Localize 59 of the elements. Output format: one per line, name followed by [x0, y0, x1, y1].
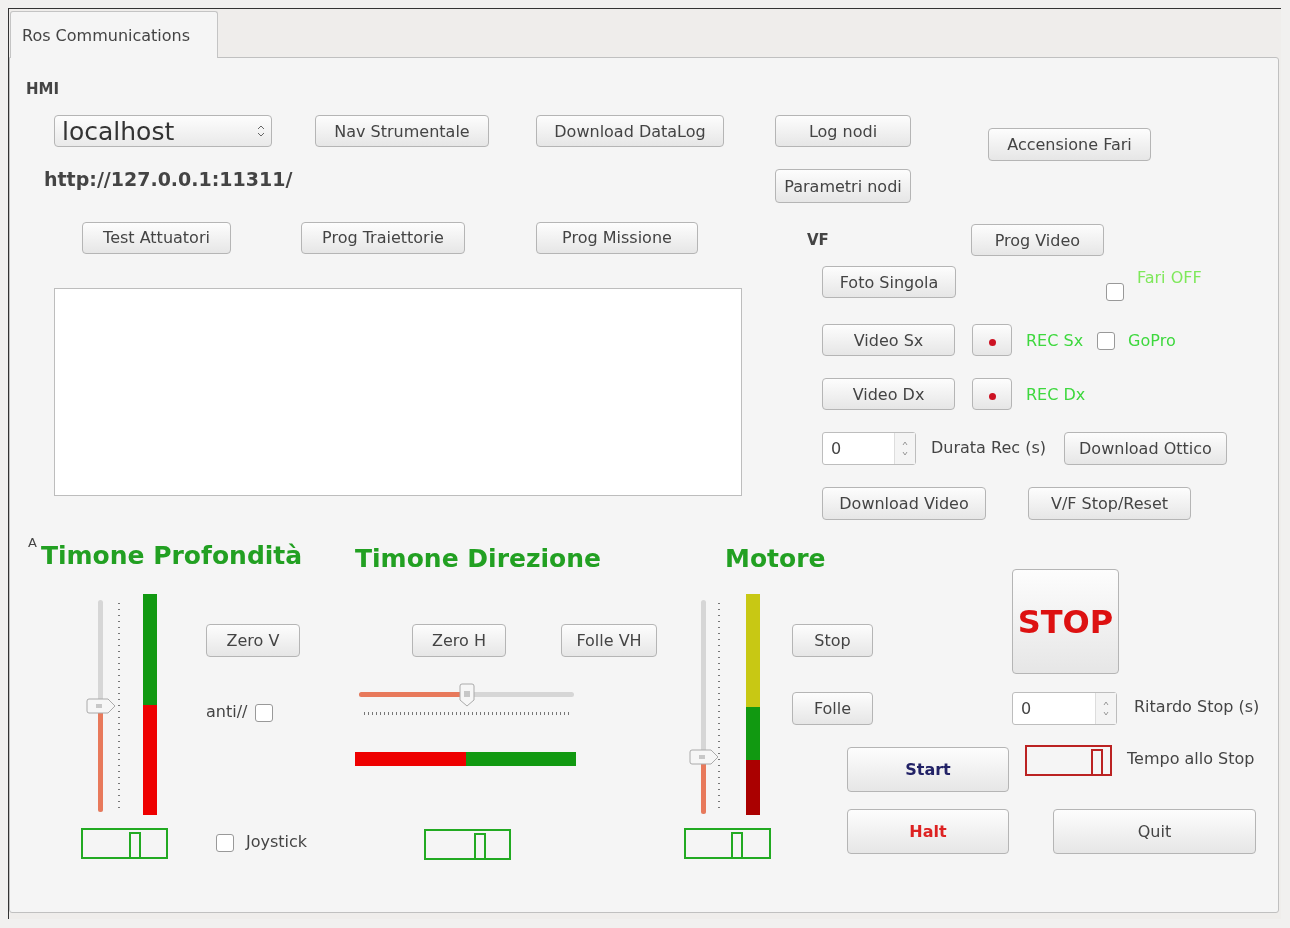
record-button[interactable] — [972, 378, 1012, 410]
nav-button[interactable]: Nav Strumentale — [315, 115, 489, 147]
log-button[interactable]: Log nodi — [775, 115, 911, 147]
record-label: REC Dx — [1026, 385, 1086, 405]
record-icon — [988, 392, 996, 400]
field-label: Durata Rec (s) — [931, 438, 1046, 458]
download-datalog-button[interactable]: Download DataLog — [536, 115, 724, 147]
quit-button[interactable]: Quit — [1053, 809, 1256, 854]
spinner-arrows-icon — [894, 433, 915, 464]
spinner-arrows-icon — [1095, 693, 1116, 724]
checkbox[interactable] — [216, 834, 234, 852]
section-title: Timone Direzione — [355, 544, 602, 574]
section-title: Timone Profondità — [40, 541, 303, 571]
record-button[interactable] — [972, 324, 1012, 356]
video-button[interactable]: Video Dx — [822, 378, 955, 410]
checkbox-label: Joystick — [246, 832, 308, 852]
host-select[interactable]: localhost — [54, 115, 272, 147]
reset-button[interactable]: V/F Stop/Reset — [1028, 487, 1191, 520]
horizontal-slider[interactable] — [359, 684, 574, 706]
slider-thumb[interactable] — [86, 698, 116, 714]
lights-button[interactable]: Accensione Fari — [988, 128, 1151, 161]
checkbox-label: GoPro — [1128, 331, 1176, 351]
section-title: Motore — [725, 544, 827, 574]
corner-label: A — [28, 535, 37, 551]
record-icon — [988, 338, 996, 346]
toolbar-button[interactable]: Prog Traiettorie — [301, 221, 465, 254]
field-label: Ritardo Stop (s) — [1134, 697, 1260, 717]
field-label: Tempo allo Stop — [1127, 749, 1255, 769]
checkbox[interactable] — [1106, 283, 1124, 301]
section-label: VF — [807, 231, 829, 249]
slider-thumb[interactable] — [689, 748, 719, 765]
toolbar-button[interactable]: Prog Missione — [536, 221, 698, 254]
neutral-button[interactable]: Folle — [792, 692, 873, 725]
download-optic-button[interactable]: Download Ottico — [1063, 432, 1227, 465]
toolbar-button[interactable]: Test Attuatori — [82, 221, 231, 254]
checkbox-label: Fari OFF — [1137, 268, 1202, 288]
spinner-arrows-icon — [257, 124, 265, 138]
params-button[interactable]: Parametri nodi — [775, 169, 911, 203]
section-label: HMI — [26, 80, 61, 98]
emergency-stop-button[interactable]: STOP — [1012, 569, 1119, 674]
checkbox[interactable] — [1097, 332, 1116, 350]
url-label: http://127.0.0.1:11311/ — [44, 168, 294, 191]
number-field[interactable]: 0 — [1012, 692, 1117, 725]
record-label: REC Sx — [1026, 331, 1084, 351]
checkbox[interactable] — [255, 704, 274, 722]
number-field[interactable]: 0 — [822, 432, 916, 465]
video-button[interactable]: Video Sx — [822, 324, 955, 356]
tab[interactable]: Ros Communications — [10, 11, 218, 58]
prog-video-button[interactable]: Prog Video — [970, 224, 1104, 256]
neutral-button[interactable]: Folle VH — [561, 624, 657, 657]
zero-button[interactable]: Zero V — [206, 624, 300, 657]
photo-button[interactable]: Foto Singola — [822, 266, 956, 298]
halt-button[interactable]: Halt — [847, 809, 1009, 854]
stop-button[interactable]: Stop — [792, 624, 873, 657]
download-video-button[interactable]: Download Video — [822, 487, 986, 520]
start-button[interactable]: Start — [847, 747, 1009, 792]
zero-button[interactable]: Zero H — [412, 624, 506, 657]
checkbox-label: anti// — [206, 702, 248, 722]
slider-thumb[interactable] — [458, 683, 475, 707]
